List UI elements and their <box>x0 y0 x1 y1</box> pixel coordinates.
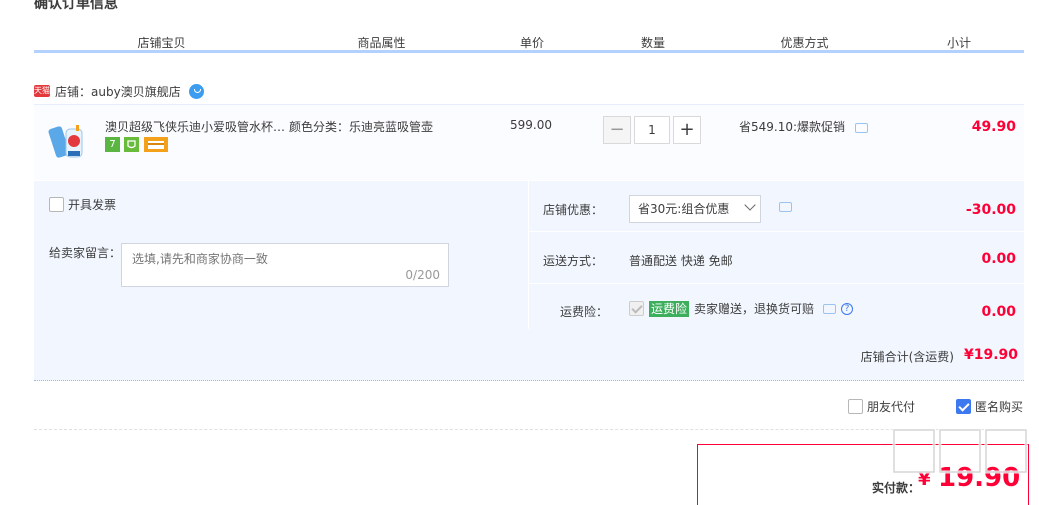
col-subtotal: 小计 <box>946 36 971 50</box>
promotion-message-icon[interactable] <box>854 122 868 133</box>
invoice-checkbox[interactable] <box>49 197 64 212</box>
insurance-amount: 0.00 <box>981 304 1016 320</box>
product-thumbnail[interactable] <box>48 119 94 165</box>
remark-label: 给卖家留言： <box>49 246 122 260</box>
shipping-label: 运送方式： <box>543 254 604 268</box>
help-icon[interactable]: ? <box>841 302 854 315</box>
wangwang-chat-icon[interactable] <box>188 83 204 99</box>
order-options-panel: 开具发票 给卖家留言： 0/200 店铺优惠： 省30元:组合优惠 -30.00… <box>34 181 1024 329</box>
shop-total-amount: ¥19.90 <box>963 347 1018 363</box>
payment-summary: 实付款： ¥ 19.90 <box>697 444 1029 505</box>
shop-total-row: 店铺合计(含运费) ¥19.90 <box>34 329 1024 381</box>
order-item-row: 澳贝超级飞侠乐迪小爱吸管水杯… 7 颜色分类：乐迪亮蓝吸管壶 599.00 − … <box>34 104 1024 180</box>
shop-prefix: 店铺： <box>55 84 92 99</box>
shipping-row: 运送方式： 普通配送 快递 免邮 0.00 <box>528 232 1024 283</box>
col-shop-item: 店铺宝贝 <box>137 36 186 50</box>
anonymous-purchase-option[interactable]: 匿名购买 <box>956 398 1023 415</box>
friend-pay-checkbox[interactable] <box>848 399 863 414</box>
seven-day-return-icon: 7 <box>105 137 120 152</box>
insurance-label: 运费险： <box>559 305 608 319</box>
shop-discount-selected: 省30元:组合优惠 <box>638 202 730 216</box>
shipping-method: 普通配送 快递 免邮 <box>629 254 733 268</box>
shop-discount-row: 店铺优惠： 省30元:组合优惠 -30.00 <box>528 181 1024 231</box>
product-title-link[interactable]: 澳贝超级飞侠乐迪小爱吸管水杯… <box>105 118 285 135</box>
col-attributes: 商品属性 <box>357 36 406 50</box>
quantity-plus-button[interactable]: + <box>673 116 701 144</box>
item-subtotal: 49.90 <box>971 119 1016 135</box>
shop-discount-amount: -30.00 <box>965 202 1016 218</box>
insurance-message-icon[interactable] <box>823 303 837 314</box>
guarantee-icon <box>124 137 139 152</box>
shop-discount-select[interactable]: 省30元:组合优惠 <box>629 195 761 223</box>
remark-input[interactable] <box>122 244 448 286</box>
quantity-stepper: − 1 + <box>603 116 701 144</box>
payment-options: 朋友代付 匿名购买 <box>34 396 1024 430</box>
insurance-tag: 运费险 <box>649 300 690 317</box>
shipping-amount: 0.00 <box>981 251 1016 267</box>
remark-char-count: 0/200 <box>405 268 440 282</box>
friend-pay-option[interactable]: 朋友代付 <box>848 398 915 415</box>
remark-box: 0/200 <box>121 243 449 287</box>
page-title: 确认订单信息 <box>34 0 118 12</box>
product-attribute: 颜色分类：乐迪亮蓝吸管壶 <box>289 120 434 134</box>
anonymous-label: 匿名购买 <box>975 400 1024 414</box>
insurance-checkbox <box>629 301 644 316</box>
insurance-option: 运费险 卖家赠送，退换货可赔 ? <box>629 300 854 317</box>
order-table-header: 店铺宝贝 商品属性 单价 数量 优惠方式 小计 <box>34 29 1024 53</box>
credit-card-icon <box>144 137 168 152</box>
quantity-minus-button[interactable]: − <box>603 116 631 144</box>
col-quantity: 数量 <box>640 36 665 50</box>
tmall-icon: 天猫 <box>34 85 50 97</box>
insurance-row: 运费险： 运费险 卖家赠送，退换货可赔 ? 0.00 <box>528 284 1024 329</box>
actual-payment-amount: 19.90 <box>938 463 1021 493</box>
shop-line: 天猫 店铺： auby澳贝旗舰店 <box>34 83 204 99</box>
unit-price: 599.00 <box>510 118 552 132</box>
chevron-down-icon <box>744 199 756 211</box>
anonymous-checkbox[interactable] <box>956 399 971 414</box>
currency-symbol: ¥ <box>918 469 931 490</box>
shop-name-link[interactable]: auby澳贝旗舰店 <box>91 83 181 100</box>
invoice-option[interactable]: 开具发票 <box>49 196 116 213</box>
shop-total-label: 店铺合计(含运费) <box>860 350 954 364</box>
promotion-info: 省549.10:爆款促销 <box>739 118 868 135</box>
friend-pay-label: 朋友代付 <box>867 400 916 414</box>
invoice-label: 开具发票 <box>68 198 117 212</box>
insurance-desc: 卖家赠送，退换货可赔 <box>694 302 815 316</box>
col-unit-price: 单价 <box>519 36 544 50</box>
actual-payment-label: 实付款： <box>872 481 921 495</box>
discount-message-icon[interactable] <box>779 202 792 212</box>
shop-discount-label: 店铺优惠： <box>543 203 604 217</box>
options-right: 店铺优惠： 省30元:组合优惠 -30.00 运送方式： 普通配送 快递 免邮 … <box>528 181 1024 329</box>
col-discount: 优惠方式 <box>780 36 829 50</box>
promotion-text: 省549.10:爆款促销 <box>739 120 846 134</box>
options-left: 开具发票 给卖家留言： 0/200 <box>34 181 528 329</box>
quantity-input[interactable]: 1 <box>634 116 670 144</box>
